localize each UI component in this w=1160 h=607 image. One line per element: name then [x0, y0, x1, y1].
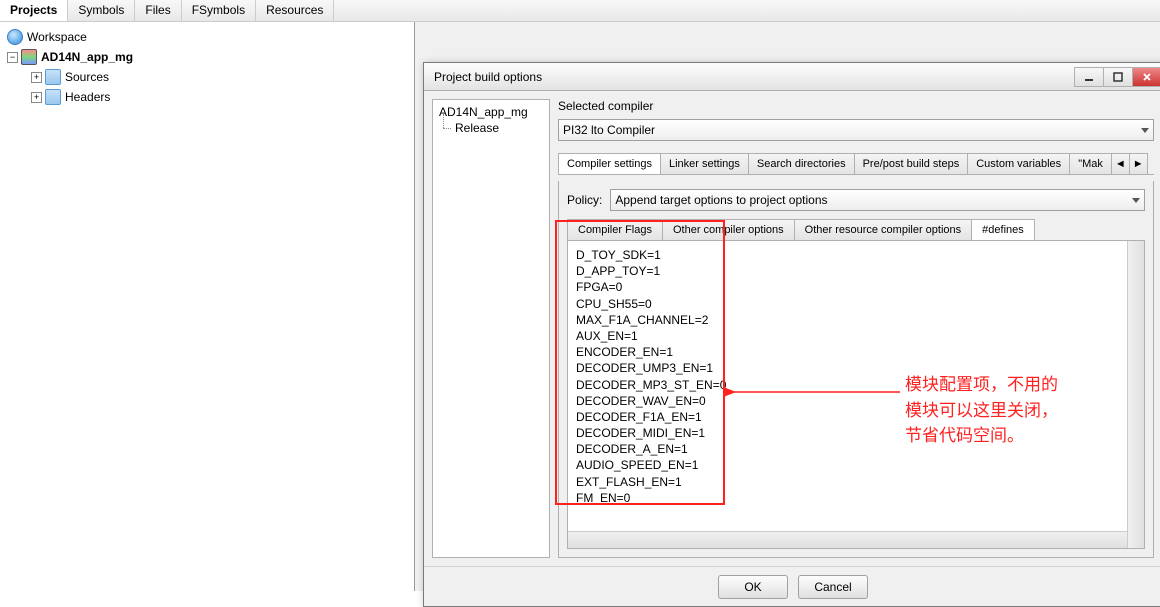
tree-workspace[interactable]: Workspace [5, 27, 409, 47]
subtab-other-compiler[interactable]: Other compiler options [662, 219, 795, 240]
tree-collapse-icon[interactable]: − [7, 52, 18, 63]
tab-fsymbols[interactable]: FSymbols [182, 0, 256, 21]
horizontal-scrollbar[interactable] [568, 531, 1127, 548]
annotation-text: 模块配置项，不用的 模块可以这里关闭， 节省代码空间。 [905, 372, 1058, 449]
compiler-settings-content: Policy: Append target options to project… [558, 181, 1154, 558]
minimize-button[interactable] [1074, 67, 1104, 87]
policy-value: Append target options to project options [615, 193, 827, 207]
tab-prepost-build[interactable]: Pre/post build steps [854, 153, 969, 174]
right-area: Project build options AD14N_app_mg [415, 22, 1160, 591]
cancel-button[interactable]: Cancel [798, 575, 868, 599]
tree-sources[interactable]: + Sources [5, 67, 409, 87]
policy-label: Policy: [567, 193, 602, 207]
chevron-down-icon [1141, 128, 1149, 133]
compiler-select[interactable]: PI32 lto Compiler [558, 119, 1154, 141]
compiler-value: PI32 lto Compiler [563, 123, 655, 137]
tab-linker-settings[interactable]: Linker settings [660, 153, 749, 174]
settings-panel: Selected compiler PI32 lto Compiler Comp… [558, 99, 1154, 558]
tab-symbols[interactable]: Symbols [68, 0, 135, 21]
compiler-sub-tabs: Compiler Flags Other compiler options Ot… [567, 219, 1145, 241]
subtab-defines[interactable]: #defines [971, 219, 1035, 240]
subtab-other-resource[interactable]: Other resource compiler options [794, 219, 973, 240]
tree-project[interactable]: − AD14N_app_mg [5, 47, 409, 67]
folder-icon [45, 89, 61, 105]
chevron-down-icon [1132, 198, 1140, 203]
maximize-icon [1113, 72, 1123, 82]
defines-container: D_TOY_SDK=1 D_APP_TOY=1 FPGA=0 CPU_SH55=… [567, 241, 1145, 549]
tree-headers[interactable]: + Headers [5, 87, 409, 107]
dialog-titlebar[interactable]: Project build options [424, 63, 1160, 91]
tree-expand-icon[interactable]: + [31, 92, 42, 103]
build-options-dialog: Project build options AD14N_app_mg [423, 62, 1160, 607]
maximize-button[interactable] [1103, 67, 1133, 87]
close-button[interactable] [1132, 67, 1160, 87]
tab-files[interactable]: Files [135, 0, 181, 21]
close-icon [1142, 72, 1152, 82]
tree-project-label: AD14N_app_mg [41, 50, 133, 64]
target-release[interactable]: Release [437, 120, 545, 136]
tree-sources-label: Sources [65, 70, 109, 84]
build-target-tree: AD14N_app_mg Release [432, 99, 550, 558]
target-root[interactable]: AD14N_app_mg [437, 104, 545, 120]
ok-button[interactable]: OK [718, 575, 788, 599]
compiler-label: Selected compiler [558, 99, 1154, 113]
tab-search-directories[interactable]: Search directories [748, 153, 855, 174]
tab-scroll-right[interactable]: ► [1129, 153, 1148, 174]
dialog-title: Project build options [434, 70, 542, 84]
subtab-compiler-flags[interactable]: Compiler Flags [567, 219, 663, 240]
tab-compiler-settings[interactable]: Compiler settings [558, 153, 661, 174]
globe-icon [7, 29, 23, 45]
minimize-icon [1084, 72, 1094, 82]
vertical-scrollbar[interactable] [1127, 241, 1144, 548]
main-tab-bar: Projects Symbols Files FSymbols Resource… [0, 0, 1160, 22]
policy-select[interactable]: Append target options to project options [610, 189, 1145, 211]
project-tree-panel: Workspace − AD14N_app_mg + Sources + Hea… [0, 22, 415, 591]
tree-expand-icon[interactable]: + [31, 72, 42, 83]
tab-scroll-left[interactable]: ◄ [1111, 153, 1130, 174]
tab-make[interactable]: "Mak [1069, 153, 1112, 174]
dialog-footer: OK Cancel [424, 566, 1160, 606]
folder-icon [45, 69, 61, 85]
tree-workspace-label: Workspace [27, 30, 87, 44]
tab-resources[interactable]: Resources [256, 0, 334, 21]
tab-custom-variables[interactable]: Custom variables [967, 153, 1070, 174]
package-icon [21, 49, 37, 65]
settings-tabs: Compiler settings Linker settings Search… [558, 153, 1154, 175]
tree-headers-label: Headers [65, 90, 110, 104]
tab-projects[interactable]: Projects [0, 0, 68, 21]
